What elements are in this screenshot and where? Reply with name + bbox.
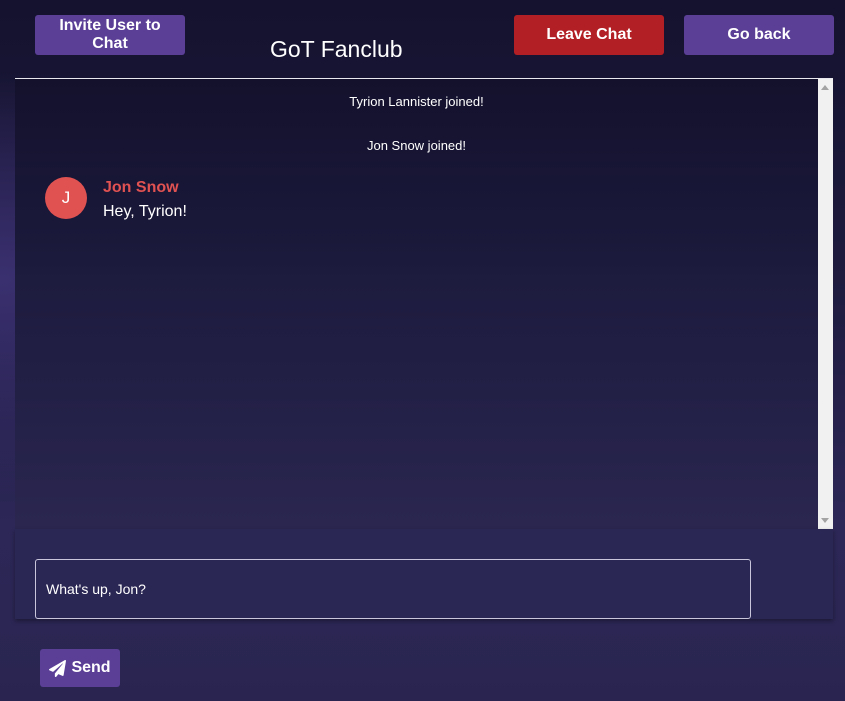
scroll-down-icon[interactable] bbox=[821, 518, 829, 523]
chat-panel: Tyrion Lannister joined! Jon Snow joined… bbox=[15, 78, 833, 529]
leave-chat-button[interactable]: Leave Chat bbox=[514, 15, 664, 55]
scroll-up-icon[interactable] bbox=[821, 85, 829, 90]
system-message: Tyrion Lannister joined! bbox=[349, 94, 484, 109]
send-label: Send bbox=[71, 659, 111, 676]
chat-title: GoT Fanclub bbox=[270, 36, 403, 62]
system-message: Jon Snow joined! bbox=[366, 138, 466, 153]
message-text: Hey, Tyrion! bbox=[103, 203, 187, 220]
scrollbar[interactable] bbox=[818, 79, 833, 529]
message-sender: Jon Snow bbox=[103, 179, 179, 196]
send-button[interactable]: Send bbox=[40, 649, 120, 687]
message-input[interactable] bbox=[35, 559, 751, 619]
invite-user-button[interactable]: Invite User to Chat bbox=[35, 15, 185, 55]
composer bbox=[15, 529, 833, 619]
message-list: Tyrion Lannister joined! Jon Snow joined… bbox=[15, 79, 818, 529]
go-back-button[interactable]: Go back bbox=[684, 15, 834, 55]
avatar: J bbox=[45, 177, 87, 219]
paper-plane-icon bbox=[49, 659, 67, 677]
